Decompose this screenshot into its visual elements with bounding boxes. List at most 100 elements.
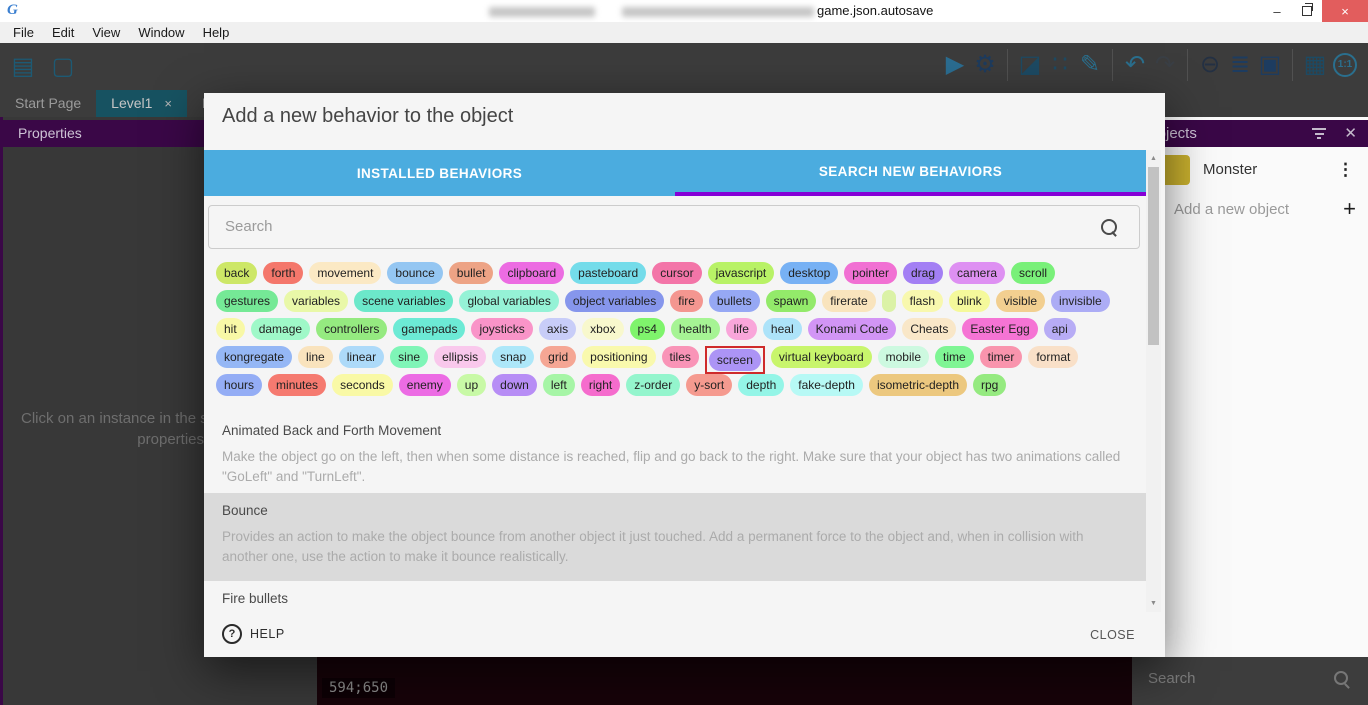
tab-level1[interactable]: Level1× — [96, 90, 187, 117]
tag-chip-left[interactable]: left — [543, 374, 575, 396]
tag-chip-xbox[interactable]: xbox — [582, 318, 623, 340]
tag-chip-joysticks[interactable]: joysticks — [471, 318, 532, 340]
tag-chip-gestures[interactable]: gestures — [216, 290, 278, 312]
tag-chip-mobile[interactable]: mobile — [878, 346, 929, 368]
tag-chip-pasteboard[interactable]: pasteboard — [570, 262, 646, 284]
tag-chip-damage[interactable]: damage — [251, 318, 310, 340]
plus-icon[interactable]: + — [1343, 193, 1356, 225]
scrollbar-thumb[interactable] — [1148, 167, 1159, 345]
tag-chip-z-order[interactable]: z-order — [626, 374, 680, 396]
objects-search-input[interactable] — [1146, 669, 1320, 688]
tag-chip-bullets[interactable]: bullets — [709, 290, 760, 312]
project-manager-icon[interactable]: ▢ — [48, 49, 78, 85]
tag-chip-y-sort[interactable]: y-sort — [686, 374, 732, 396]
tag-chip-hit[interactable]: hit — [216, 318, 245, 340]
grid-icon[interactable]: ▦ — [1300, 47, 1330, 83]
menu-help[interactable]: Help — [194, 25, 239, 40]
undo-icon[interactable]: ↶ — [1120, 47, 1150, 83]
tag-chip-cheats[interactable]: Cheats — [902, 318, 956, 340]
tag-chip-linear[interactable]: linear — [339, 346, 384, 368]
tag-chip-life[interactable]: life — [726, 318, 757, 340]
tag-chip-empty[interactable] — [882, 290, 896, 312]
play-icon[interactable]: ▶ — [940, 47, 970, 83]
tag-chip-forth[interactable]: forth — [263, 262, 303, 284]
menu-window[interactable]: Window — [129, 25, 193, 40]
tag-chip-scene-variables[interactable]: scene variables — [354, 290, 453, 312]
tag-chip-blink[interactable]: blink — [949, 290, 990, 312]
tag-chip-visible[interactable]: visible — [996, 290, 1045, 312]
tab-close-icon[interactable]: × — [164, 90, 172, 117]
scroll-up-icon[interactable]: ▲ — [1146, 155, 1161, 162]
tag-chip-minutes[interactable]: minutes — [268, 374, 326, 396]
tab-search-new-behaviors[interactable]: SEARCH NEW BEHAVIORS — [675, 150, 1146, 196]
start-page-icon[interactable]: ▤ — [8, 49, 38, 85]
tag-chip-right[interactable]: right — [581, 374, 620, 396]
tag-chip-scroll[interactable]: scroll — [1011, 262, 1055, 284]
tag-chip-flash[interactable]: flash — [902, 290, 943, 312]
help-button[interactable]: ? HELP — [222, 624, 285, 644]
dialog-scrollbar[interactable]: ▲ ▼ — [1146, 150, 1161, 612]
tag-chip-bounce[interactable]: bounce — [387, 262, 442, 284]
close-dialog-button[interactable]: CLOSE — [1090, 628, 1135, 642]
filter-icon[interactable] — [1312, 128, 1326, 139]
tag-chip-movement[interactable]: movement — [309, 262, 381, 284]
close-window-button[interactable]: × — [1322, 0, 1368, 22]
object-list-item[interactable]: Monster ⋮ — [1132, 147, 1368, 192]
tag-chip-format[interactable]: format — [1028, 346, 1078, 368]
tag-chip-desktop[interactable]: desktop — [780, 262, 838, 284]
tag-chip-seconds[interactable]: seconds — [332, 374, 393, 396]
instances-list-icon[interactable]: ≣ — [1225, 47, 1255, 83]
objects-editor-icon[interactable]: ◪ — [1015, 47, 1045, 83]
tag-chip-fake-depth[interactable]: fake-depth — [790, 374, 863, 396]
tag-chip-tiles[interactable]: tiles — [662, 346, 699, 368]
tag-chip-enemy[interactable]: enemy — [399, 374, 451, 396]
tab-installed-behaviors[interactable]: INSTALLED BEHAVIORS — [204, 150, 675, 196]
tag-chip-timer[interactable]: timer — [980, 346, 1023, 368]
tag-chip-rpg[interactable]: rpg — [973, 374, 1006, 396]
menu-file[interactable]: File — [4, 25, 43, 40]
menu-view[interactable]: View — [83, 25, 129, 40]
tag-chip-controllers[interactable]: controllers — [316, 318, 387, 340]
tag-chip-sine[interactable]: sine — [390, 346, 428, 368]
scene-properties-icon[interactable]: ✎ — [1075, 47, 1105, 83]
restore-button[interactable] — [1292, 0, 1322, 22]
tag-chip-variables[interactable]: variables — [284, 290, 348, 312]
tag-chip-heal[interactable]: heal — [763, 318, 802, 340]
tag-chip-kongregate[interactable]: kongregate — [216, 346, 292, 368]
zoom-ratio-icon[interactable]: 1:1 — [1330, 47, 1360, 83]
tag-chip-back[interactable]: back — [216, 262, 257, 284]
tag-chip-gamepads[interactable]: gamepads — [393, 318, 465, 340]
tag-chip-camera[interactable]: camera — [949, 262, 1005, 284]
behavior-item-bounce[interactable]: BounceProvides an action to make the obj… — [204, 493, 1146, 581]
behavior-search-input[interactable] — [223, 217, 1067, 236]
tag-chip-global-variables[interactable]: global variables — [459, 290, 558, 312]
tag-chip-hours[interactable]: hours — [216, 374, 262, 396]
tag-chip-bullet[interactable]: bullet — [449, 262, 494, 284]
tag-chip-snap[interactable]: snap — [492, 346, 534, 368]
object-groups-icon[interactable]: ∷ — [1045, 47, 1075, 83]
tab-start-page[interactable]: Start Page — [0, 90, 96, 117]
tag-chip-object-variables[interactable]: object variables — [565, 290, 664, 312]
tag-chip-konami-code[interactable]: Konami Code — [808, 318, 897, 340]
tag-chip-virtual-keyboard[interactable]: virtual keyboard — [771, 346, 872, 368]
kebab-menu-icon[interactable]: ⋮ — [1337, 147, 1354, 192]
tag-chip-health[interactable]: health — [671, 318, 720, 340]
add-object-row[interactable]: Add a new object + — [1132, 193, 1368, 227]
tag-chip-cursor[interactable]: cursor — [652, 262, 701, 284]
debug-icon[interactable]: ⚙ — [970, 47, 1000, 83]
tag-chip-firerate[interactable]: firerate — [822, 290, 875, 312]
tag-chip-clipboard[interactable]: clipboard — [499, 262, 564, 284]
tag-chip-line[interactable]: line — [298, 346, 333, 368]
tag-chip-drag[interactable]: drag — [903, 262, 943, 284]
tag-chip-spawn[interactable]: spawn — [766, 290, 817, 312]
close-panel-icon[interactable]: ✕ — [1344, 120, 1357, 147]
redo-icon[interactable]: ↷ — [1150, 47, 1180, 83]
mask-icon[interactable]: ⊖ — [1195, 47, 1225, 83]
tag-chip-up[interactable]: up — [457, 374, 486, 396]
tag-chip-fire[interactable]: fire — [670, 290, 703, 312]
tag-chip-axis[interactable]: axis — [539, 318, 576, 340]
tag-chip-easter-egg[interactable]: Easter Egg — [962, 318, 1037, 340]
tag-chip-javascript[interactable]: javascript — [708, 262, 775, 284]
tag-chip-down[interactable]: down — [492, 374, 537, 396]
tag-chip-depth[interactable]: depth — [738, 374, 784, 396]
